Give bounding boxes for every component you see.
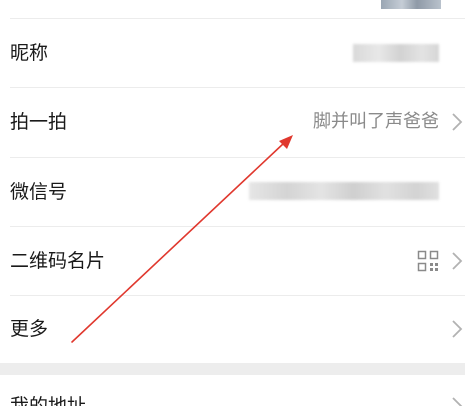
- wechat-id-value-blurred: [249, 182, 439, 200]
- section-separator: [0, 363, 465, 375]
- chevron-right-icon: [451, 396, 463, 406]
- pat-pat-label: 拍一拍: [10, 111, 68, 133]
- profile-settings-screen: 昵称 拍一拍 脚并叫了声爸爸 微信号 二维码名片 更多 我的地址: [0, 0, 465, 406]
- chevron-right-icon: [451, 319, 463, 339]
- pat-pat-suffix-value: 脚并叫了声爸爸: [313, 111, 439, 132]
- chevron-right-icon: [451, 112, 463, 132]
- avatar-row[interactable]: [0, 0, 465, 18]
- more-row[interactable]: 更多: [0, 296, 465, 363]
- avatar-thumbnail-blurred: [381, 0, 441, 9]
- wechat-id-row[interactable]: 微信号: [0, 158, 465, 226]
- nickname-value-blurred: [353, 44, 439, 62]
- my-address-row[interactable]: 我的地址: [0, 375, 465, 406]
- qr-code-icon: [417, 250, 439, 276]
- more-label: 更多: [10, 318, 49, 340]
- pat-pat-row[interactable]: 拍一拍 脚并叫了声爸爸: [0, 88, 465, 157]
- nickname-row[interactable]: 昵称: [0, 19, 465, 87]
- my-address-label: 我的地址: [10, 395, 87, 406]
- qr-card-label: 二维码名片: [10, 250, 106, 272]
- nickname-label: 昵称: [10, 42, 49, 64]
- chevron-right-icon: [451, 251, 463, 271]
- qr-card-row[interactable]: 二维码名片: [0, 227, 465, 295]
- wechat-id-label: 微信号: [10, 181, 68, 203]
